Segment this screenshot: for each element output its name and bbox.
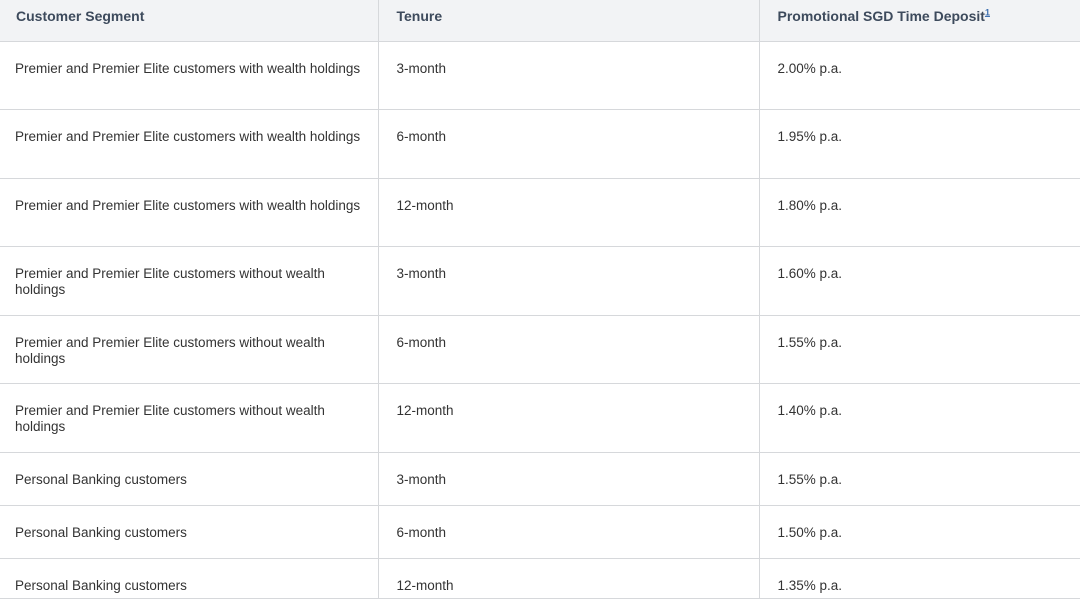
table-row: Premier and Premier Elite customers with… — [0, 315, 1080, 385]
footnote-link[interactable]: 1 — [985, 7, 990, 17]
cell-rate: 1.80% p.a. — [758, 178, 1080, 248]
header-promotional-rate: Promotional SGD Time Deposit1 — [758, 0, 1080, 42]
cell-tenure: 6-month — [377, 315, 759, 385]
cell-tenure: 6-month — [377, 505, 759, 560]
cell-rate: 1.55% p.a. — [758, 452, 1080, 507]
cell-tenure: 3-month — [377, 41, 759, 111]
cell-tenure: 3-month — [377, 246, 759, 316]
cell-segment: Premier and Premier Elite customers with… — [0, 315, 378, 385]
table-row: Premier and Premier Elite customers with… — [0, 109, 1080, 179]
header-tenure: Tenure — [377, 0, 759, 42]
cell-segment: Premier and Premier Elite customers with… — [0, 246, 378, 316]
cell-tenure: 6-month — [377, 109, 759, 179]
table-header: Customer Segment Tenure Promotional SGD … — [0, 0, 1080, 42]
cell-segment: Personal Banking customers — [0, 558, 378, 599]
cell-rate: 1.55% p.a. — [758, 315, 1080, 385]
cell-tenure: 12-month — [377, 558, 759, 599]
cell-tenure: 3-month — [377, 452, 759, 507]
table-row: Personal Banking customers 6-month 1.50%… — [0, 505, 1080, 560]
header-customer-segment: Customer Segment — [0, 0, 378, 42]
cell-segment: Personal Banking customers — [0, 452, 378, 507]
table-row: Personal Banking customers 12-month 1.35… — [0, 558, 1080, 599]
cell-rate: 1.50% p.a. — [758, 505, 1080, 560]
cell-segment: Personal Banking customers — [0, 505, 378, 560]
table-row: Premier and Premier Elite customers with… — [0, 178, 1080, 248]
cell-segment: Premier and Premier Elite customers with… — [0, 41, 378, 111]
cell-rate: 1.95% p.a. — [758, 109, 1080, 179]
cell-segment: Premier and Premier Elite customers with… — [0, 178, 378, 248]
table-row: Premier and Premier Elite customers with… — [0, 383, 1080, 454]
table-body: Premier and Premier Elite customers with… — [0, 41, 1080, 599]
cell-segment: Premier and Premier Elite customers with… — [0, 383, 378, 454]
table-row: Premier and Premier Elite customers with… — [0, 246, 1080, 316]
cell-rate: 1.35% p.a. — [758, 558, 1080, 599]
cell-rate: 1.60% p.a. — [758, 246, 1080, 316]
table-row: Premier and Premier Elite customers with… — [0, 41, 1080, 111]
rates-table: Customer Segment Tenure Promotional SGD … — [0, 0, 1080, 599]
cell-rate: 1.40% p.a. — [758, 383, 1080, 454]
cell-segment: Premier and Premier Elite customers with… — [0, 109, 378, 179]
table-row: Personal Banking customers 3-month 1.55%… — [0, 452, 1080, 507]
header-row: Customer Segment Tenure Promotional SGD … — [0, 0, 1080, 42]
cell-tenure: 12-month — [377, 383, 759, 454]
cell-rate: 2.00% p.a. — [758, 41, 1080, 111]
cell-tenure: 12-month — [377, 178, 759, 248]
